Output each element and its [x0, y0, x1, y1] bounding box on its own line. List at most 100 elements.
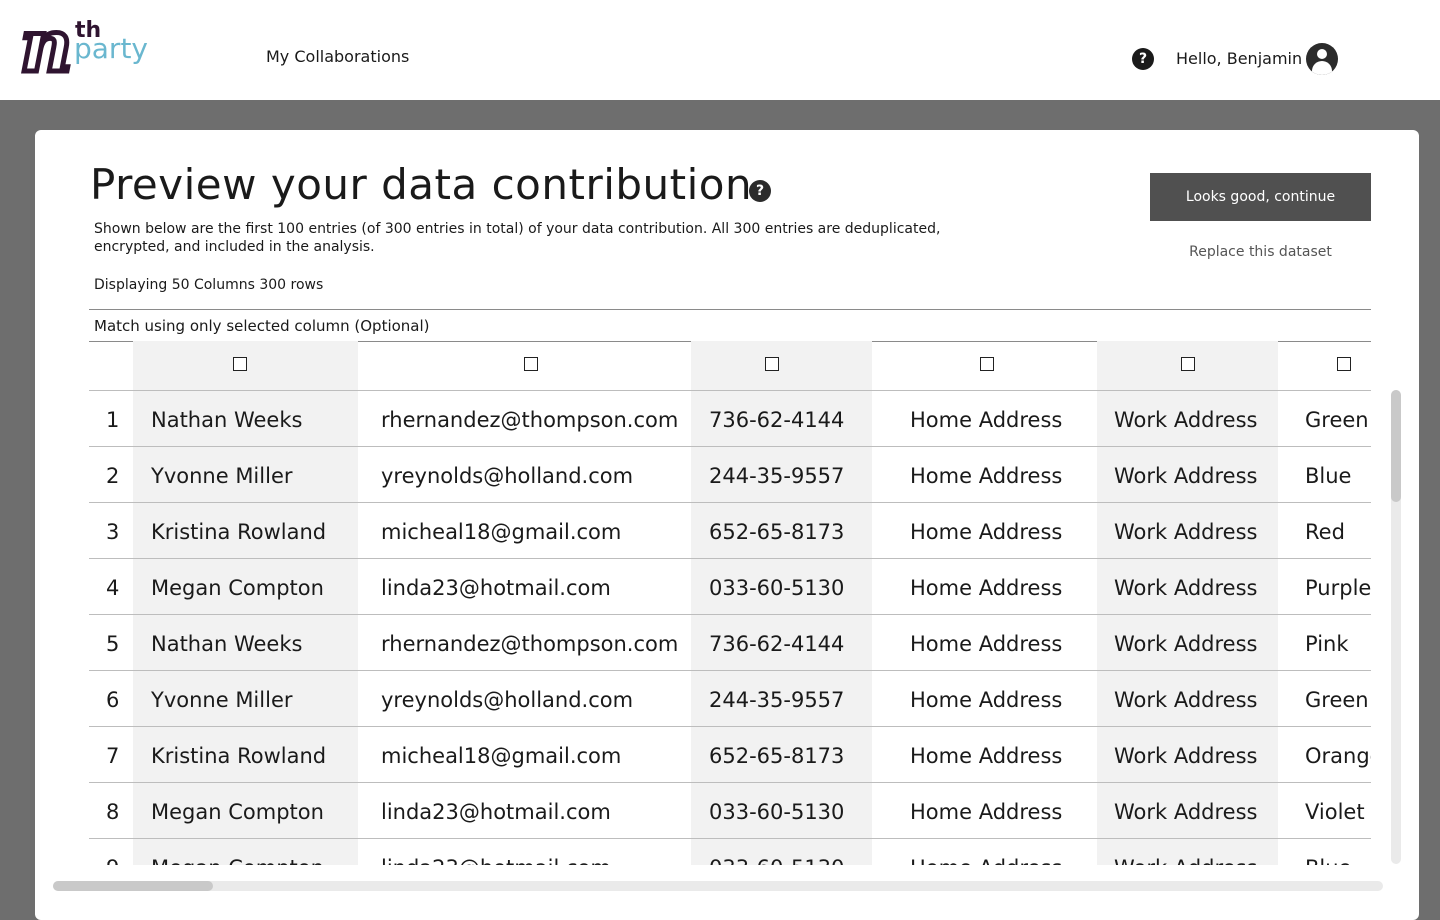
cell-phone: 736-62-4144: [709, 408, 845, 432]
data-preview-table[interactable]: 1 Nathan Weeks rhernandez@thompson.com 736-…: [89, 341, 1371, 865]
table-row: 4 Megan Compton linda23@hotmail.com 033-60-…: [89, 559, 1371, 615]
table-row: 9 Megan Compton linda23@hotmail.com 033-60-…: [89, 839, 1371, 865]
page-title: Preview your data contribution: [90, 160, 753, 209]
cell-color: Blue: [1305, 464, 1352, 488]
avatar-head: [1317, 49, 1327, 59]
cell-phone: 244-35-9557: [709, 464, 845, 488]
cell-name: Nathan Weeks: [151, 408, 303, 432]
match-column-bar: Match using only selected column (Option…: [89, 309, 1371, 342]
horizontal-scrollbar[interactable]: [53, 881, 1383, 891]
cell-email: rhernandez@thompson.com: [381, 408, 679, 432]
cell-color: Violet: [1305, 800, 1365, 824]
row-number: 3: [106, 520, 120, 544]
cell-email: linda23@hotmail.com: [381, 800, 611, 824]
cell-color: Pink: [1305, 632, 1349, 656]
cell-work-address: Work Address: [1114, 520, 1258, 544]
table-row: 8 Megan Compton linda23@hotmail.com 033-60-…: [89, 783, 1371, 839]
cell-home-address: Home Address: [910, 632, 1063, 656]
cell-work-address: Work Address: [1114, 800, 1258, 824]
user-avatar-icon[interactable]: [1306, 43, 1338, 75]
table-row: 5 Nathan Weeks rhernandez@thompson.com 736-…: [89, 615, 1371, 671]
dataset-counts: Displaying 50 Columns 300 rows: [94, 277, 324, 293]
cell-home-address: Home Address: [910, 688, 1063, 712]
logo-n: n: [17, 3, 74, 88]
avatar-body: [1312, 61, 1332, 75]
cell-home-address: Home Address: [910, 744, 1063, 768]
preview-card: Preview your data contribution ? Shown b…: [35, 130, 1419, 920]
cell-email: micheal18@gmail.com: [381, 744, 622, 768]
cell-home-address: Home Address: [910, 800, 1063, 824]
cell-name: Kristina Rowland: [151, 744, 327, 768]
column-select-row: [89, 341, 1371, 391]
column-checkbox-email[interactable]: [524, 357, 538, 371]
row-number: 2: [106, 464, 120, 488]
cell-work-address: Work Address: [1114, 744, 1258, 768]
table-row: 3 Kristina Rowland micheal18@gmail.com 652-…: [89, 503, 1371, 559]
cell-name: Megan Compton: [151, 856, 324, 865]
column-checkbox-color[interactable]: [1337, 357, 1351, 371]
table-row: 1 Nathan Weeks rhernandez@thompson.com 736-…: [89, 391, 1371, 447]
cell-work-address: Work Address: [1114, 688, 1258, 712]
cell-phone: 033-60-5130: [709, 800, 845, 824]
cell-phone: 652-65-8173: [709, 744, 845, 768]
row-number: 4: [106, 576, 120, 600]
row-number: 9: [106, 856, 119, 865]
user-greeting: Hello, Benjamin: [1176, 49, 1303, 68]
cell-name: Nathan Weeks: [151, 632, 303, 656]
continue-button[interactable]: Looks good, continue: [1150, 173, 1371, 221]
table-row: 7 Kristina Rowland micheal18@gmail.com 652-…: [89, 727, 1371, 783]
help-icon[interactable]: ?: [1132, 48, 1154, 70]
cell-phone: 736-62-4144: [709, 632, 845, 656]
cell-email: yreynolds@holland.com: [381, 464, 634, 488]
cell-email: yreynolds@holland.com: [381, 688, 634, 712]
preview-description: Shown below are the first 100 entries (o…: [94, 221, 941, 255]
cell-home-address: Home Address: [910, 576, 1063, 600]
cell-color: Blue: [1305, 856, 1351, 865]
cell-color: Green: [1305, 408, 1369, 432]
cell-name: Yvonne Miller: [151, 688, 293, 712]
cell-color: Green: [1305, 688, 1369, 712]
cell-email: micheal18@gmail.com: [381, 520, 622, 544]
logo-party: party: [74, 32, 148, 65]
column-checkbox-phone[interactable]: [765, 357, 779, 371]
table-row: 6 Yvonne Miller yreynolds@holland.com 244-3…: [89, 671, 1371, 727]
cell-home-address: Home Address: [910, 408, 1063, 432]
cell-work-address: Work Address: [1114, 576, 1258, 600]
cell-work-address: Work Address: [1114, 856, 1257, 865]
cell-home-address: Home Address: [910, 520, 1063, 544]
cell-work-address: Work Address: [1114, 464, 1258, 488]
title-help-icon[interactable]: ?: [749, 180, 771, 202]
row-number: 6: [106, 688, 120, 712]
cell-name: Yvonne Miller: [151, 464, 293, 488]
replace-dataset-link[interactable]: Replace this dataset: [1150, 244, 1371, 260]
cell-phone: 033-60-5130: [709, 576, 845, 600]
column-checkbox-home-address[interactable]: [980, 357, 994, 371]
cell-name: Megan Compton: [151, 576, 324, 600]
cell-color: Purple: [1305, 576, 1371, 600]
cell-work-address: Work Address: [1114, 632, 1258, 656]
cell-email: rhernandez@thompson.com: [381, 632, 679, 656]
nth-party-logo[interactable]: n th party: [17, 7, 155, 84]
cell-email: linda23@hotmail.com: [381, 856, 611, 865]
column-checkbox-work-address[interactable]: [1181, 357, 1195, 371]
cell-color: Red: [1305, 520, 1345, 544]
cell-home-address: Home Address: [910, 464, 1063, 488]
top-bar: n th party My Collaborations ? Hello, Be…: [0, 0, 1440, 100]
row-number: 1: [106, 408, 120, 432]
row-number: 7: [106, 744, 120, 768]
cell-work-address: Work Address: [1114, 408, 1258, 432]
cell-home-address: Home Address: [910, 856, 1062, 865]
cell-name: Kristina Rowland: [151, 520, 327, 544]
cell-name: Megan Compton: [151, 800, 324, 824]
nav-my-collaborations[interactable]: My Collaborations: [266, 47, 409, 66]
match-column-label: Match using only selected column (Option…: [94, 317, 430, 335]
cell-email: linda23@hotmail.com: [381, 576, 611, 600]
vertical-scrollbar-thumb[interactable]: [1391, 390, 1401, 502]
column-checkbox-name[interactable]: [233, 357, 247, 371]
row-number: 5: [106, 632, 120, 656]
cell-color: Orange: [1305, 744, 1371, 768]
vertical-scrollbar[interactable]: [1391, 390, 1401, 864]
cell-phone: 244-35-9557: [709, 688, 845, 712]
horizontal-scrollbar-thumb[interactable]: [53, 881, 213, 891]
row-number: 8: [106, 800, 120, 824]
